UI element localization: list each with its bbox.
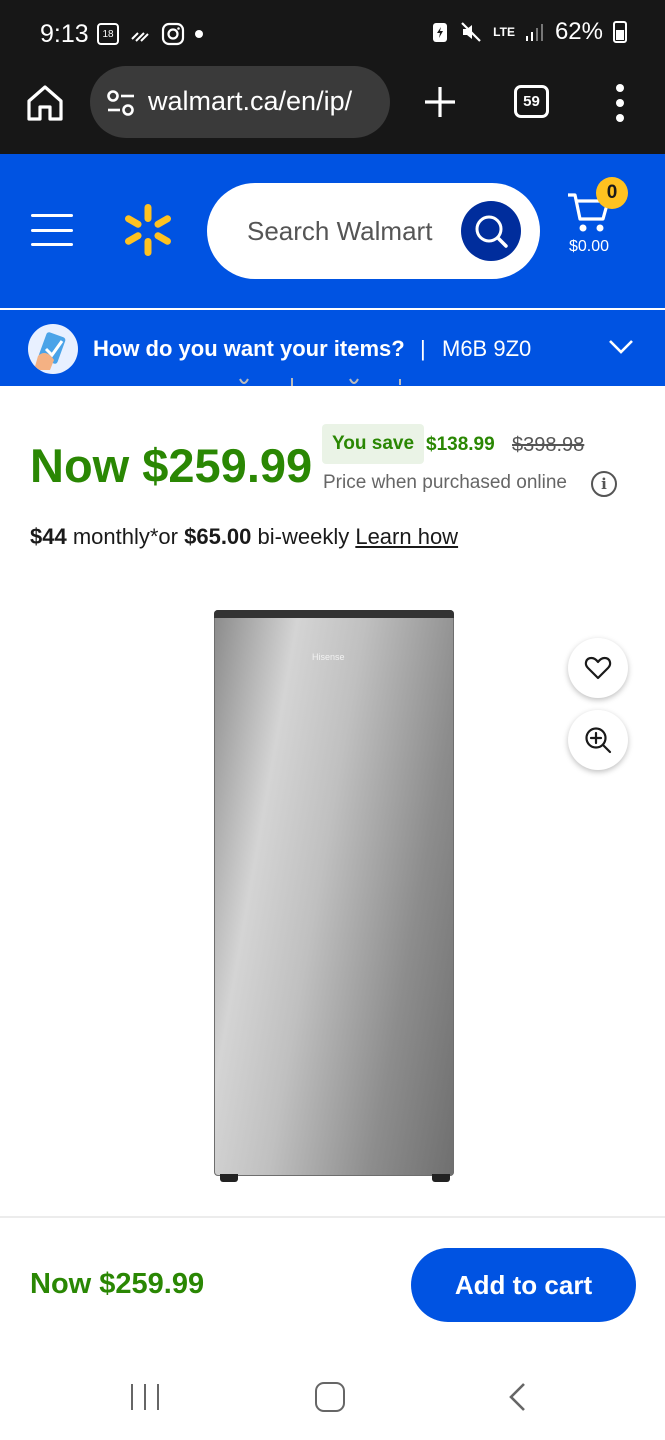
walmart-spark-logo[interactable]: [120, 202, 176, 258]
you-save-badge: You save: [322, 424, 425, 464]
search-input[interactable]: [247, 209, 457, 253]
biweekly-amount: $65.00: [184, 524, 252, 549]
favorite-button[interactable]: [568, 638, 628, 698]
fulfillment-selector[interactable]: How do you want your items? | M6B 9Z0: [0, 310, 665, 386]
was-price: $398.98: [512, 434, 585, 456]
home-icon[interactable]: [24, 82, 66, 124]
zoom-in-icon: [585, 727, 612, 754]
signal-icon: [525, 24, 543, 41]
tab-switcher-button[interactable]: 59: [514, 85, 549, 118]
scrolled-content-fragment: [230, 376, 430, 388]
status-time: 9:13: [40, 20, 89, 48]
fridge-foot: [432, 1174, 450, 1182]
network-type: LTE: [493, 25, 515, 39]
menu-icon[interactable]: [31, 214, 73, 246]
mute-icon: [461, 22, 481, 42]
monthly-amount: $44: [30, 524, 67, 549]
url-text: walmart.ca/en/ip/: [148, 86, 353, 116]
system-navigation-bar: [0, 1350, 665, 1440]
notification-dot-icon: [195, 30, 203, 38]
site-header: 0 $0.00: [0, 154, 665, 308]
heart-icon: [584, 656, 612, 680]
weather-icon: [131, 32, 149, 42]
monthly-text: monthly*or: [66, 524, 185, 549]
zoom-button[interactable]: [568, 710, 628, 770]
browser-toolbar: walmart.ca/en/ip/ 59: [0, 66, 665, 154]
battery-percent: 62%: [554, 18, 603, 45]
new-tab-icon[interactable]: [422, 84, 458, 120]
refrigerator-image: Hisense: [214, 610, 454, 1176]
biweekly-text: bi-weekly: [251, 524, 356, 549]
calendar-icon: 18: [97, 23, 119, 45]
back-icon[interactable]: [506, 1382, 528, 1412]
recent-apps-icon[interactable]: [131, 1384, 159, 1410]
status-icons-left: 18: [97, 22, 203, 46]
fridge-foot: [220, 1174, 238, 1182]
learn-how-link[interactable]: Learn how: [355, 524, 458, 549]
product-image[interactable]: Hisense: [214, 610, 454, 1182]
footer-divider: [0, 1216, 665, 1218]
status-icons-right: LTE 62%: [431, 18, 627, 46]
cart-total: $0.00: [569, 238, 610, 255]
instagram-icon: [161, 22, 185, 46]
save-amount: $138.99: [426, 434, 495, 455]
site-settings-icon[interactable]: [106, 89, 136, 117]
delivery-question: How do you want your items?: [93, 336, 405, 361]
price-note: Price when purchased online: [323, 472, 567, 493]
fridge-top-edge: [214, 610, 454, 618]
battery-icon: [613, 21, 627, 43]
search-button[interactable]: [461, 201, 521, 261]
footer-price: Now $259.99: [30, 1268, 205, 1300]
postal-code: M6B 9Z0: [442, 336, 532, 361]
financing-line: $44 monthly*or $65.00 bi-weekly Learn ho…: [30, 524, 458, 550]
battery-saver-icon: [433, 23, 448, 42]
status-bar: 9:13 18 LTE 62%: [0, 0, 665, 66]
search-icon: [475, 215, 508, 248]
delivery-options-icon: [28, 324, 78, 374]
cart-count-badge: 0: [596, 177, 628, 209]
browser-menu-icon[interactable]: [612, 84, 628, 122]
cart-button[interactable]: 0 $0.00: [565, 177, 635, 262]
chevron-down-icon[interactable]: [608, 338, 634, 356]
delivery-separator: |: [420, 336, 426, 361]
home-button-icon[interactable]: [315, 1382, 345, 1412]
product-brand-mark: Hisense: [312, 652, 345, 662]
add-to-cart-button[interactable]: Add to cart: [411, 1248, 636, 1322]
current-price: Now $259.99: [30, 439, 313, 492]
address-bar[interactable]: walmart.ca/en/ip/: [90, 66, 390, 138]
search-bar: [207, 183, 540, 279]
info-icon[interactable]: i: [591, 471, 617, 497]
